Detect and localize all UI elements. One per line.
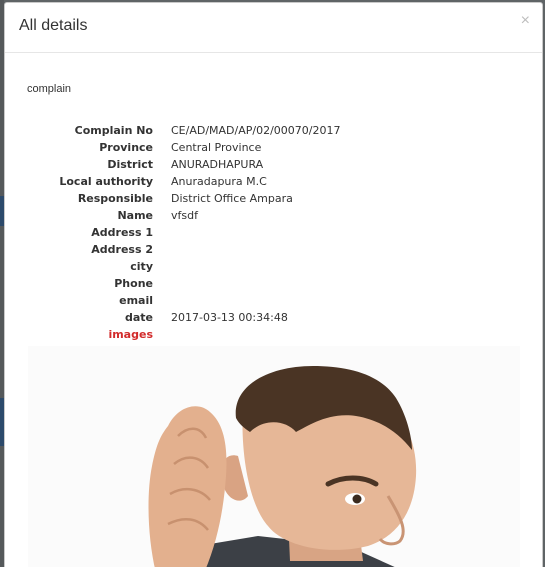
detail-row: Province Central Province [27, 139, 341, 156]
detail-row: Address 2 [27, 241, 341, 258]
detail-row: city [27, 258, 341, 275]
detail-label: Complain No [74, 124, 153, 137]
detail-label: District [107, 158, 153, 171]
detail-row: Address 1 [27, 224, 341, 241]
detail-value: CE/AD/MAD/AP/02/00070/2017 [171, 124, 341, 137]
detail-label: Responsible [77, 192, 153, 205]
modal-header: All details × [5, 3, 542, 53]
detail-value: ANURADHAPURA [171, 158, 264, 171]
close-button[interactable]: × [521, 13, 530, 29]
detail-label: city [130, 260, 153, 273]
detail-label: Local authority [59, 175, 153, 188]
complaint-image [28, 346, 520, 567]
detail-label: Province [99, 141, 153, 154]
detail-label: email [119, 294, 153, 307]
detail-value: Anuradapura M.C [171, 175, 267, 188]
details-list: Complain No CE/AD/MAD/AP/02/00070/2017 P… [27, 122, 341, 343]
detail-label: Address 2 [91, 243, 153, 256]
detail-row: Name vfsdf [27, 207, 341, 224]
detail-value: vfsdf [171, 209, 198, 222]
photo-man-listening-icon [148, 366, 417, 567]
detail-row: Local authority Anuradapura M.C [27, 173, 341, 190]
detail-value: Central Province [171, 141, 262, 154]
detail-value: 2017-03-13 00:34:48 [171, 311, 288, 324]
detail-row-images: images [27, 326, 341, 343]
detail-row: email [27, 292, 341, 309]
detail-label: date [124, 311, 153, 324]
detail-row: District ANURADHAPURA [27, 156, 341, 173]
images-label: images [108, 328, 153, 341]
detail-label: Phone [114, 277, 153, 290]
section-label: complain [27, 83, 72, 95]
detail-row: Responsible District Office Ampara [27, 190, 341, 207]
detail-row: Phone [27, 275, 341, 292]
detail-row: Complain No CE/AD/MAD/AP/02/00070/2017 [27, 122, 341, 139]
modal-title: All details [19, 17, 88, 34]
detail-label: Name [117, 209, 153, 222]
detail-value: District Office Ampara [171, 192, 293, 205]
details-modal: All details × complain Complain No CE/AD… [4, 2, 543, 567]
detail-row: date 2017-03-13 00:34:48 [27, 309, 341, 326]
detail-label: Address 1 [91, 226, 153, 239]
